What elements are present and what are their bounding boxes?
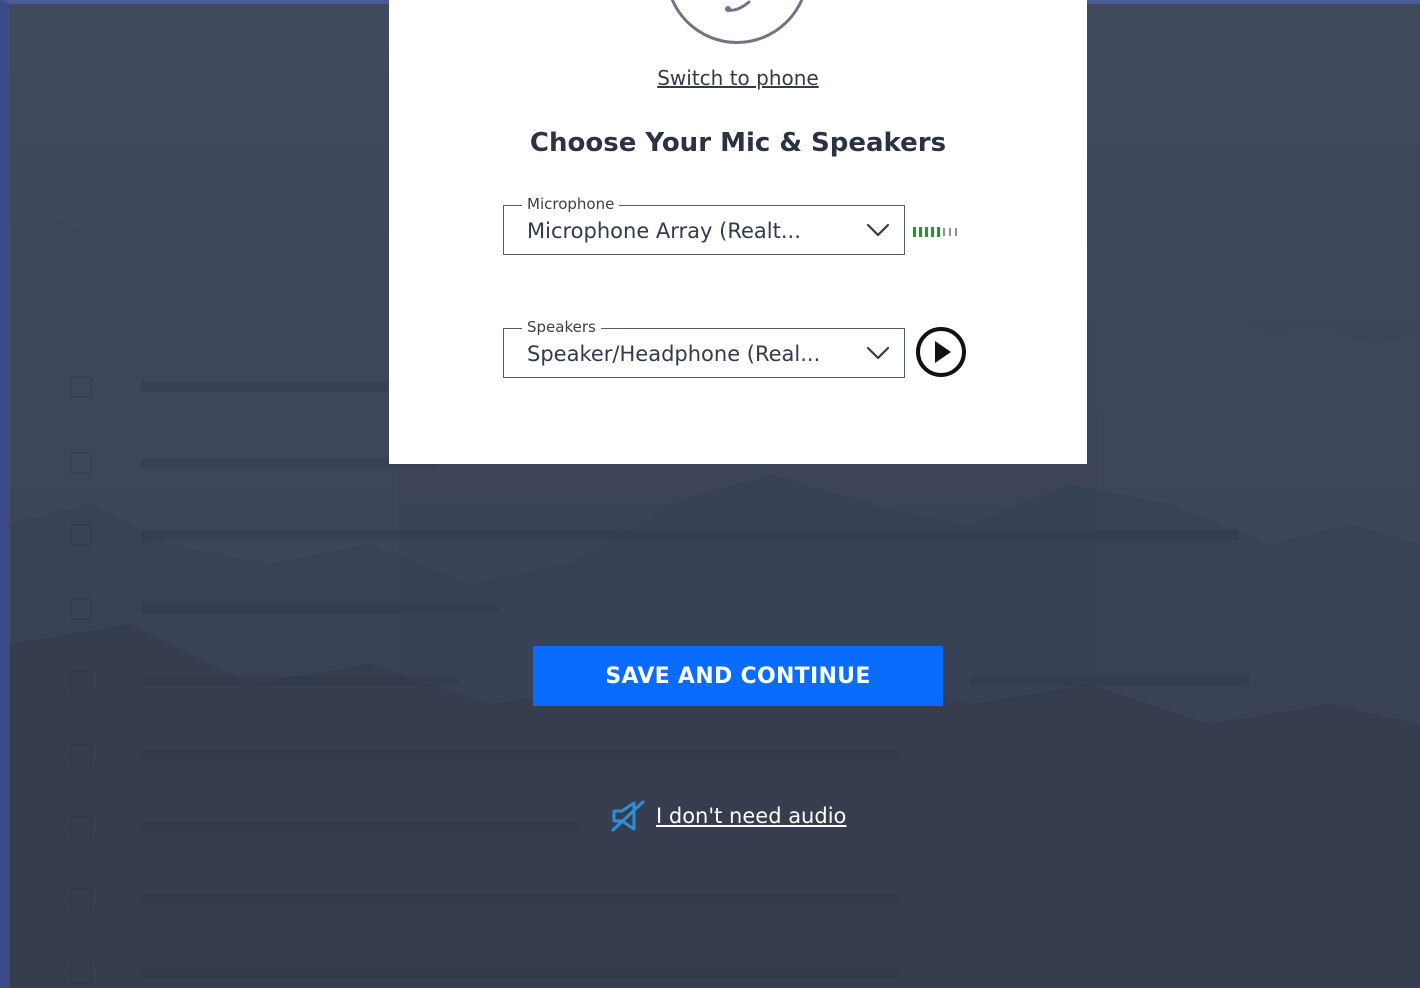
speakers-value: Speaker/Headphone (Real...	[527, 342, 821, 366]
microphone-label: Microphone	[522, 195, 620, 213]
background-row	[70, 522, 1270, 548]
mic-level-bar	[919, 227, 922, 237]
speakers-select[interactable]: Speakers Speaker/Headphone (Real...	[503, 318, 905, 378]
audio-setup-dialog: Switch to phone Choose Your Mic & Speake…	[389, 0, 1087, 464]
speaker-muted-icon	[611, 800, 645, 832]
background-row	[70, 886, 970, 912]
mic-level-bar	[955, 228, 957, 236]
test-speaker-play-button[interactable]	[915, 326, 967, 378]
background-row	[70, 742, 970, 768]
microphone-value: Microphone Array (Realt...	[527, 219, 801, 243]
save-and-continue-button[interactable]: SAVE AND CONTINUE	[533, 646, 943, 706]
mic-level-bar	[937, 227, 940, 237]
chevron-down-icon	[866, 223, 890, 237]
background-row	[70, 960, 970, 986]
mic-level-bar	[913, 227, 916, 237]
no-audio-link[interactable]: I don't need audio	[610, 798, 846, 834]
microphone-select[interactable]: Microphone Microphone Array (Realt...	[503, 195, 905, 255]
chevron-down-icon	[866, 346, 890, 360]
headset-mic-icon	[725, 0, 751, 12]
mic-level-bar	[943, 228, 945, 236]
mic-level-bar	[931, 227, 934, 237]
switch-to-phone-link[interactable]: Switch to phone	[389, 66, 1087, 90]
background-row	[70, 596, 770, 622]
mic-level-bar	[949, 228, 951, 236]
speakers-label: Speakers	[522, 318, 601, 336]
no-audio-label: I don't need audio	[656, 804, 847, 828]
dialog-title: Choose Your Mic & Speakers	[529, 128, 947, 158]
mic-level-bar	[925, 227, 928, 237]
